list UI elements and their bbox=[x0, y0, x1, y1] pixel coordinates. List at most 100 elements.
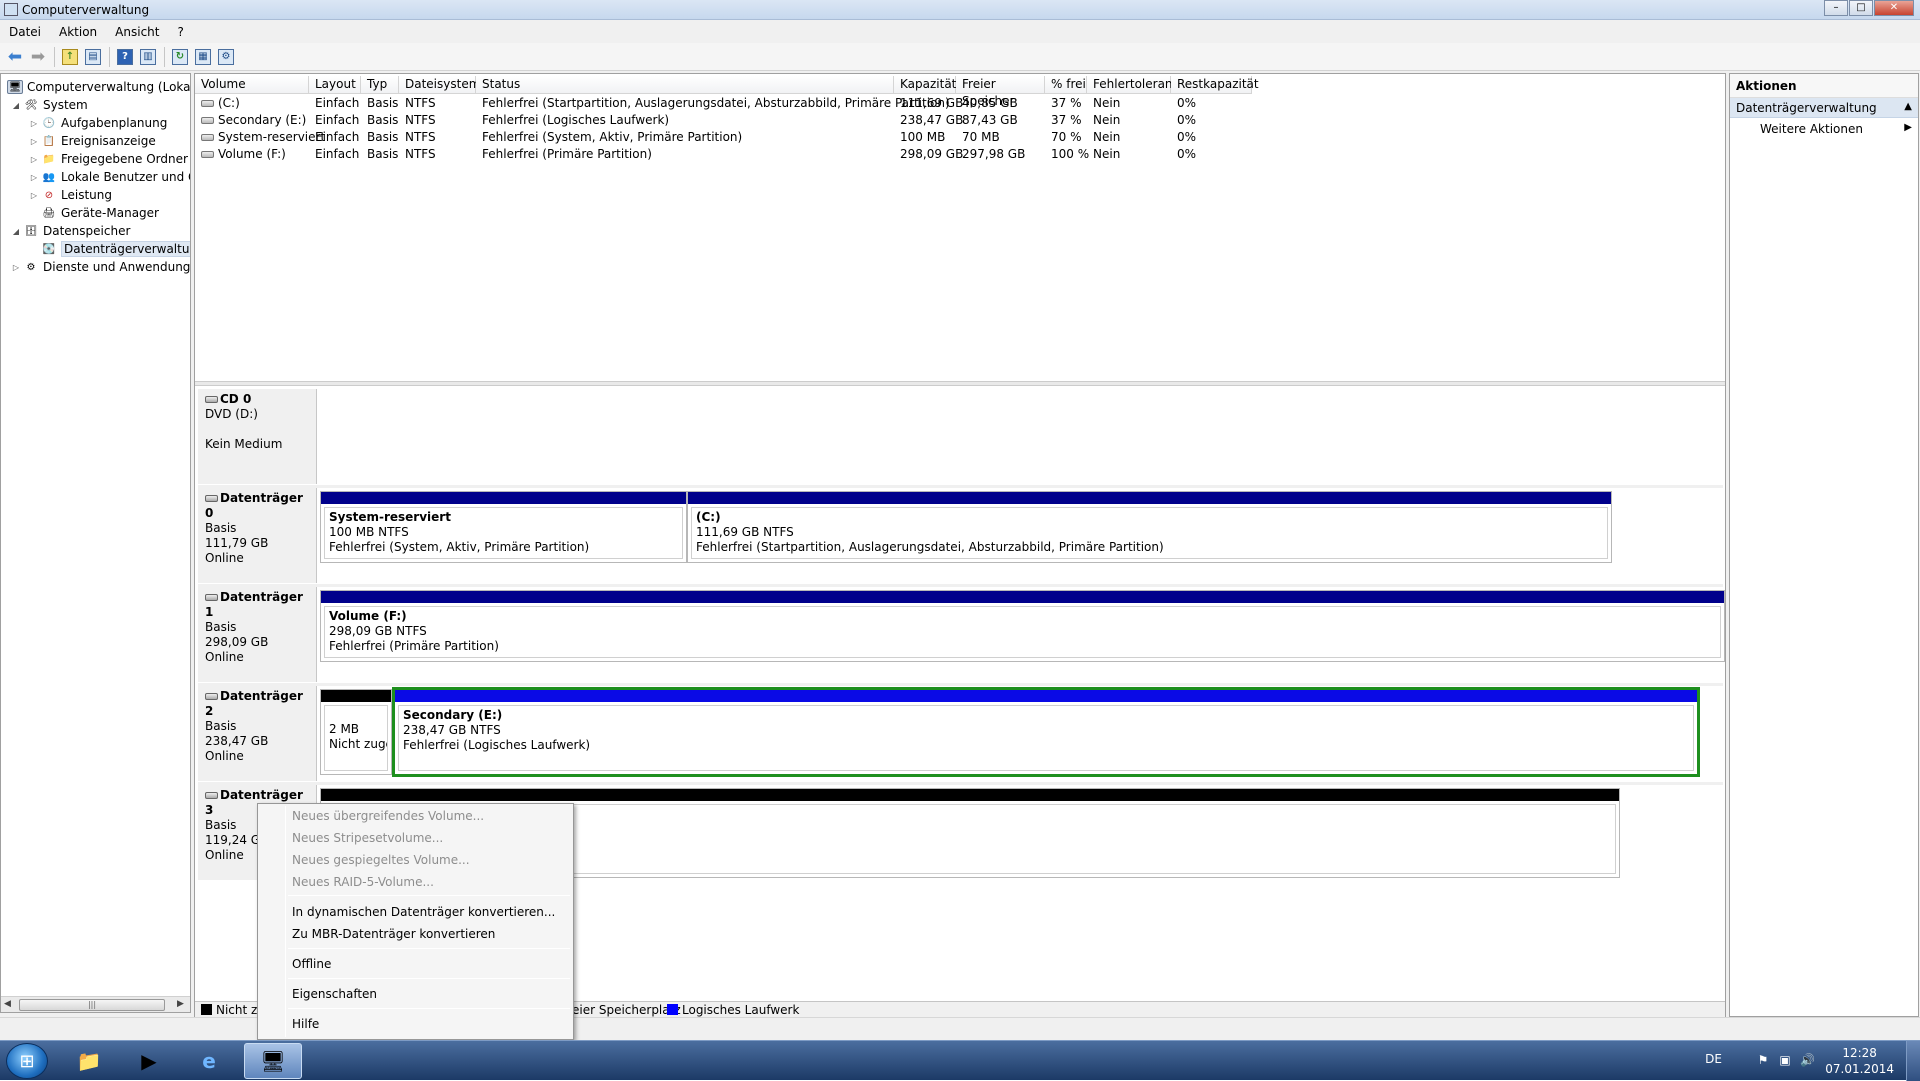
partition-e-selected[interactable]: Secondary (E:) 238,47 GB NTFS Fehlerfrei… bbox=[392, 687, 1700, 777]
menu-bar: Datei Aktion Ansicht ? bbox=[0, 21, 1920, 43]
menu-item-raid5-volume[interactable]: Neues RAID-5-Volume... bbox=[292, 872, 434, 892]
unallocated-space[interactable]: 2 MB Nicht zuge bbox=[320, 689, 392, 775]
forward-arrow-icon[interactable]: ➡ bbox=[27, 46, 49, 68]
collapse-arrow-icon[interactable]: ◢ bbox=[11, 101, 21, 110]
drive-icon bbox=[201, 117, 214, 124]
properties-icon[interactable]: ▦ bbox=[192, 46, 214, 68]
show-desktop-button[interactable] bbox=[1906, 1041, 1920, 1081]
collapse-up-icon[interactable]: ▲ bbox=[1904, 101, 1912, 114]
table-row[interactable]: (C:) Einfach Basis NTFS Fehlerfrei (Star… bbox=[195, 95, 1725, 112]
col-volume[interactable]: Volume bbox=[195, 76, 309, 94]
menu-item-properties[interactable]: Eigenschaften bbox=[292, 984, 377, 1004]
toolbar: ⬅ ➡ ↑ ▤ ? ▥ ↻ ▦ ⚙ bbox=[0, 43, 1920, 71]
menu-item-offline[interactable]: Offline bbox=[292, 954, 331, 974]
col-status[interactable]: Status bbox=[476, 76, 894, 94]
start-button[interactable]: ⊞ bbox=[6, 1043, 48, 1079]
disk-management-icon: 💽 bbox=[42, 243, 56, 255]
col-fehlertoleranz[interactable]: Fehlertoleranz bbox=[1087, 76, 1179, 94]
close-button[interactable]: ✕ bbox=[1874, 0, 1914, 16]
hard-disk-icon bbox=[205, 693, 218, 700]
internet-explorer-taskbar-icon[interactable]: e bbox=[180, 1043, 238, 1079]
scroll-left-icon[interactable]: ◀ bbox=[4, 999, 11, 1009]
table-row[interactable]: Secondary (E:) Einfach Basis NTFS Fehler… bbox=[195, 112, 1725, 129]
media-player-taskbar-icon[interactable]: ▶ bbox=[120, 1043, 178, 1079]
menu-item-help[interactable]: Hilfe bbox=[292, 1014, 319, 1034]
tree-item-geraete-manager[interactable]: 🖨 Geräte-Manager bbox=[39, 204, 159, 222]
tree-item-datenspeicher[interactable]: ◢ 🗄 Datenspeicher bbox=[11, 222, 130, 240]
partition-c[interactable]: (C:) 111,69 GB NTFS Fehlerfrei (Startpar… bbox=[687, 491, 1612, 563]
menu-help[interactable]: ? bbox=[168, 25, 192, 39]
back-arrow-icon[interactable]: ⬅ bbox=[4, 46, 26, 68]
table-row[interactable]: System-reserviert Einfach Basis NTFS Feh… bbox=[195, 129, 1725, 146]
scroll-right-icon[interactable]: ▶ bbox=[177, 999, 184, 1009]
menu-item-mirrored-volume[interactable]: Neues gespiegeltes Volume... bbox=[292, 850, 470, 870]
pane-splitter[interactable] bbox=[195, 381, 1725, 386]
col-dateisystem[interactable]: Dateisystem bbox=[399, 76, 480, 94]
tree-item-datentraegerverwaltung[interactable]: 💽 Datenträgerverwaltung bbox=[39, 240, 190, 258]
show-hide-action-pane-icon[interactable]: ▥ bbox=[137, 46, 159, 68]
hard-disk-icon bbox=[205, 495, 218, 502]
tree-item-root[interactable]: 🖥 Computerverwaltung (Lokal) bbox=[5, 78, 190, 96]
partition-system-reserved[interactable]: System-reserviert 100 MB NTFS Fehlerfrei… bbox=[320, 491, 687, 563]
actions-section-datentraegerverwaltung[interactable]: Datenträgerverwaltung ▲ bbox=[1730, 98, 1918, 118]
refresh-icon[interactable]: ↻ bbox=[169, 46, 191, 68]
col-layout[interactable]: Layout bbox=[309, 76, 361, 94]
help-icon[interactable]: ? bbox=[114, 46, 136, 68]
network-icon[interactable]: ▣ bbox=[1778, 1053, 1792, 1067]
device-manager-icon: 🖨 bbox=[42, 207, 56, 219]
title-bar[interactable]: Computerverwaltung – □ ✕ bbox=[0, 0, 1920, 20]
col-kapazitaet[interactable]: Kapazität bbox=[894, 76, 956, 94]
computer-management-taskbar-icon[interactable]: 🖥 bbox=[244, 1043, 302, 1079]
disk-label-1[interactable]: Datenträger 1 Basis 298,09 GB Online bbox=[198, 587, 317, 682]
explorer-taskbar-icon[interactable]: 📁 bbox=[60, 1043, 118, 1079]
computer-management-icon bbox=[4, 3, 18, 16]
disk-label-2[interactable]: Datenträger 2 Basis 238,47 GB Online bbox=[198, 686, 317, 781]
volume-icon[interactable]: 🔊 bbox=[1800, 1053, 1815, 1067]
maximize-button[interactable]: □ bbox=[1849, 0, 1873, 16]
tree-item-aufgabenplanung[interactable]: ▷ 🕒 Aufgabenplanung bbox=[29, 114, 167, 132]
tree-item-lokale-benutzer[interactable]: ▷ 👥 Lokale Benutzer und Gr bbox=[29, 168, 190, 186]
menu-item-convert-mbr[interactable]: Zu MBR-Datenträger konvertieren bbox=[292, 924, 495, 944]
expand-arrow-icon[interactable]: ▷ bbox=[29, 155, 39, 164]
collapse-arrow-icon[interactable]: ◢ bbox=[11, 227, 21, 236]
col-typ[interactable]: Typ bbox=[361, 76, 399, 94]
drive-icon bbox=[201, 100, 214, 107]
hard-disk-icon bbox=[205, 792, 218, 799]
tree-horizontal-scrollbar[interactable]: ◀ ||| ▶ bbox=[1, 996, 190, 1012]
up-folder-icon[interactable]: ↑ bbox=[59, 46, 81, 68]
expand-arrow-icon[interactable]: ▷ bbox=[29, 173, 39, 182]
submenu-arrow-icon: ▶ bbox=[1904, 122, 1912, 133]
expand-arrow-icon[interactable]: ▷ bbox=[29, 119, 39, 128]
show-hide-tree-icon[interactable]: ▤ bbox=[82, 46, 104, 68]
expand-arrow-icon[interactable]: ▷ bbox=[29, 137, 39, 146]
language-indicator[interactable]: DE bbox=[1705, 1052, 1722, 1066]
disk-label-cd0[interactable]: CD 0 DVD (D:) Kein Medium bbox=[198, 389, 317, 484]
col-restkapazitaet[interactable]: Restkapazität bbox=[1171, 76, 1259, 94]
tree-item-dienste[interactable]: ▷ ⚙ Dienste und Anwendungen bbox=[11, 258, 190, 276]
col-prozent-frei[interactable]: % frei bbox=[1045, 76, 1087, 94]
weitere-aktionen-link[interactable]: Weitere Aktionen ▶ bbox=[1730, 118, 1918, 138]
storage-icon: 🗄 bbox=[24, 225, 38, 237]
tree-item-system[interactable]: ◢ 🛠 System bbox=[11, 96, 88, 114]
drive-icon bbox=[201, 134, 214, 141]
minimize-button[interactable]: – bbox=[1824, 0, 1848, 16]
clock[interactable]: 12:28 07.01.2014 bbox=[1825, 1045, 1894, 1077]
col-freier-speicher[interactable]: Freier Speicher bbox=[956, 76, 1045, 108]
settings-icon[interactable]: ⚙ bbox=[215, 46, 237, 68]
menu-item-striped-volume[interactable]: Neues Stripesetvolume... bbox=[292, 828, 443, 848]
menu-aktion[interactable]: Aktion bbox=[50, 25, 106, 39]
table-row[interactable]: Volume (F:) Einfach Basis NTFS Fehlerfre… bbox=[195, 146, 1725, 163]
menu-item-spanned-volume[interactable]: Neues übergreifendes Volume... bbox=[292, 806, 484, 826]
expand-arrow-icon[interactable]: ▷ bbox=[29, 191, 39, 200]
tree-item-freigegebene-ordner[interactable]: ▷ 📁 Freigegebene Ordner bbox=[29, 150, 188, 168]
menu-datei[interactable]: Datei bbox=[0, 25, 50, 39]
expand-arrow-icon[interactable]: ▷ bbox=[11, 263, 21, 272]
menu-ansicht[interactable]: Ansicht bbox=[106, 25, 168, 39]
partition-f[interactable]: Volume (F:) 298,09 GB NTFS Fehlerfrei (P… bbox=[320, 590, 1725, 662]
disk-label-0[interactable]: Datenträger 0 Basis 111,79 GB Online bbox=[198, 488, 317, 583]
tree-item-leistung[interactable]: ▷ ⊘ Leistung bbox=[29, 186, 112, 204]
flag-icon[interactable]: ⚑ bbox=[1756, 1053, 1770, 1067]
tree-item-ereignisanzeige[interactable]: ▷ 📋 Ereignisanzeige bbox=[29, 132, 156, 150]
menu-item-convert-dynamic[interactable]: In dynamischen Datenträger konvertieren.… bbox=[292, 902, 555, 922]
scrollbar-thumb[interactable]: ||| bbox=[19, 999, 165, 1011]
